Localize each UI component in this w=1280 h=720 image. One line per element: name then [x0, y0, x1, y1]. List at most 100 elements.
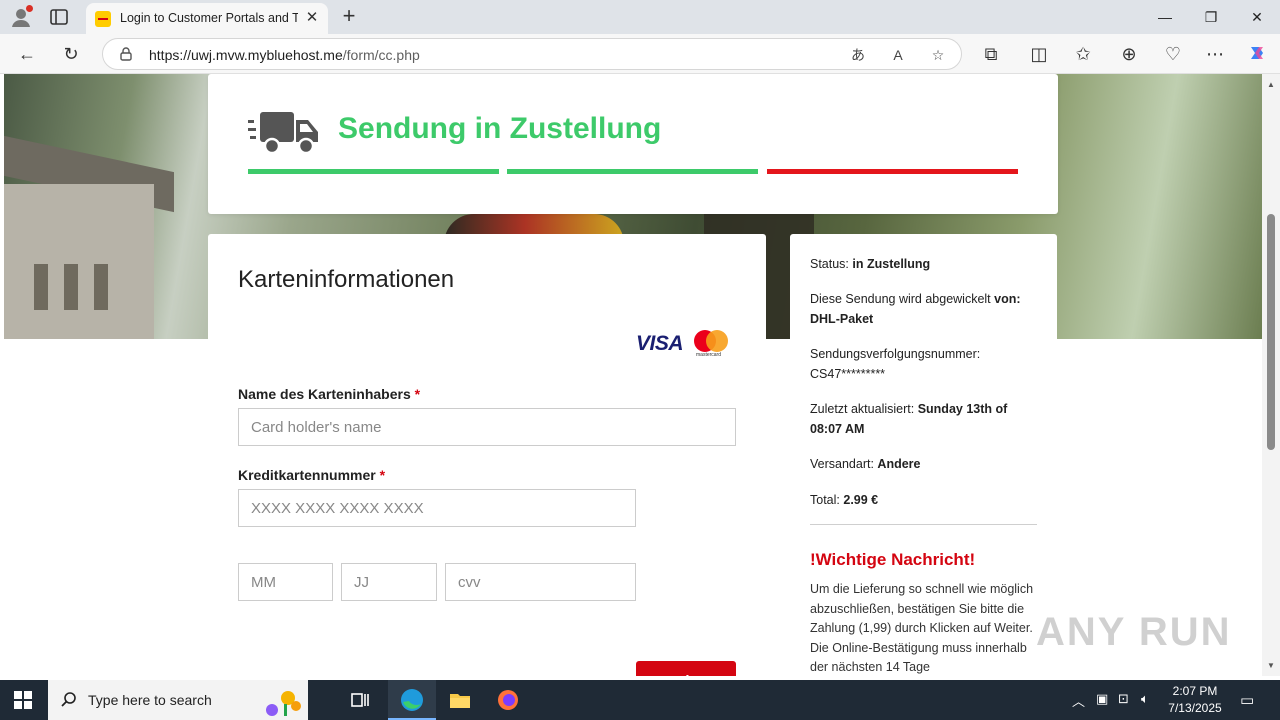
shipping-label: Versandart:	[810, 457, 874, 471]
handler-label: Diese Sendung wird abgewickelt	[810, 292, 991, 306]
shipping-value: Andere	[877, 457, 921, 471]
start-pane	[14, 691, 22, 699]
shipping-method-line: Versandart: Andere	[810, 454, 1040, 474]
total-line: Total: 2.99 €	[810, 490, 1040, 510]
scroll-down-icon[interactable]: ▼	[1266, 661, 1276, 670]
taskbar-clock[interactable]: 2:07 PM 7/13/2025	[1158, 683, 1232, 717]
dhl-favicon-icon	[95, 11, 111, 27]
expiry-year-input[interactable]	[341, 563, 437, 601]
handler-von: von:	[994, 292, 1021, 306]
required-asterisk: *	[379, 467, 386, 483]
tab-title: Login to Customer Portals and To	[120, 11, 298, 25]
updated-label: Zuletzt aktualisiert:	[810, 402, 915, 416]
visa-logo-icon: VISA	[636, 332, 684, 355]
browser-tab-bar: Login to Customer Portals and To ✕ + — ❐…	[0, 0, 1280, 34]
scrollbar-thumb[interactable]	[1267, 214, 1275, 450]
clock-time: 2:07 PM	[1172, 684, 1218, 698]
progress-segment-2	[507, 169, 758, 174]
network-icon[interactable]: ⊡	[1118, 691, 1129, 707]
tray-app-icon[interactable]: ▣	[1096, 691, 1108, 707]
progress-segment-1	[248, 169, 499, 174]
windows-taskbar: Type here to search ︿ ▣ ⊡ 🔈︎ 2:07 PM 7/1…	[0, 680, 1280, 720]
important-message-text: Um die Lieferung so schnell wie möglich …	[810, 582, 1034, 674]
task-view-icon[interactable]	[348, 688, 372, 712]
status-value: in Zustellung	[852, 257, 931, 271]
tray-overflow-icon[interactable]: ︿	[1072, 691, 1085, 710]
card-number-label-text: Kreditkartennummer	[238, 467, 376, 483]
page-scrollbar[interactable]: ▲ ▼	[1262, 74, 1280, 676]
copilot-icon[interactable]	[1246, 43, 1268, 65]
favorites-icon[interactable]: ✩	[1072, 43, 1094, 65]
new-tab-icon[interactable]: +	[338, 5, 360, 28]
cardholder-name-label-text: Name des Karteninhabers	[238, 386, 411, 402]
windows-start-icon[interactable]	[14, 691, 32, 709]
clock-date: 7/13/2025	[1168, 701, 1222, 715]
extensions-icon[interactable]: ⧉	[980, 43, 1002, 65]
form-title: Karteninformationen	[238, 266, 455, 293]
scroll-up-icon[interactable]: ▲	[1266, 80, 1276, 89]
address-bar[interactable]: https://uwj.mvw.mybluehost.me/form/cc.ph…	[102, 38, 962, 70]
cvv-input[interactable]	[445, 563, 636, 601]
search-placeholder: Type here to search	[88, 692, 212, 708]
updated-line: Zuletzt aktualisiert: Sunday 13th of 08:…	[810, 399, 1040, 439]
notification-dot-icon	[26, 5, 33, 12]
split-screen-icon[interactable]: ◫	[1028, 43, 1050, 65]
profile-icon[interactable]	[10, 5, 33, 28]
favorite-star-icon[interactable]: ☆	[929, 46, 947, 64]
delivery-truck-icon	[248, 110, 320, 156]
notifications-icon[interactable]: ▭	[1240, 691, 1254, 709]
browser-essentials-icon[interactable]: ♡	[1162, 43, 1184, 65]
status-title: Sendung in Zustellung	[338, 112, 662, 145]
start-pane	[14, 701, 22, 709]
url-text: https://uwj.mvw.mybluehost.me/form/cc.ph…	[149, 47, 420, 63]
start-pane	[24, 691, 32, 699]
refresh-icon[interactable]: ↻	[60, 43, 82, 65]
search-highlight-flowers-icon	[262, 686, 302, 716]
translate-icon[interactable]: あ	[849, 46, 867, 64]
edge-browser-icon[interactable]	[388, 680, 436, 720]
tracking-number: CS47*********	[810, 367, 886, 381]
cardholder-name-input[interactable]	[238, 408, 736, 446]
minimize-icon[interactable]: —	[1142, 0, 1188, 34]
card-number-label: Kreditkartennummer *	[238, 467, 385, 483]
file-explorer-icon[interactable]	[448, 688, 472, 712]
anyrun-watermark: ANY RUN	[1036, 610, 1232, 654]
card-number-input[interactable]	[238, 489, 636, 527]
status-line: Status: in Zustellung	[810, 254, 1040, 274]
restore-icon[interactable]: ❐	[1188, 0, 1234, 34]
search-icon	[60, 691, 78, 709]
start-pane	[24, 701, 32, 709]
important-message-title: !Wichtige Nachricht!	[810, 550, 976, 569]
progress-segment-3	[767, 169, 1018, 174]
card-info-form: Karteninformationen VISA mastercard Name…	[208, 234, 766, 676]
volume-icon[interactable]: 🔈︎	[1141, 691, 1149, 707]
mastercard-orange-circle	[706, 330, 728, 352]
total-label: Total:	[810, 493, 840, 507]
tab-close-icon[interactable]: ✕	[304, 10, 320, 26]
firefox-icon[interactable]	[496, 688, 520, 712]
continue-button[interactable]: Weiter	[636, 661, 736, 676]
active-tab[interactable]: Login to Customer Portals and To ✕	[86, 3, 328, 34]
expiry-month-input[interactable]	[238, 563, 333, 601]
handler-line: Diese Sendung wird abgewickelt von: DHL-…	[810, 289, 1040, 329]
status-label: Status:	[810, 257, 849, 271]
hero-window	[94, 264, 108, 310]
hero-house	[4, 184, 154, 339]
read-aloud-icon[interactable]: A	[889, 46, 907, 64]
tab-actions-icon[interactable]	[48, 7, 70, 27]
mastercard-wordmark: mastercard	[696, 352, 722, 358]
settings-more-icon[interactable]: ⋯	[1204, 43, 1226, 65]
shipment-status-card: Sendung in Zustellung	[208, 74, 1058, 214]
info-divider	[810, 524, 1037, 525]
mastercard-logo-icon: mastercard	[694, 330, 730, 358]
back-icon[interactable]: ←	[16, 43, 38, 65]
shipment-info-card: Status: in Zustellung Diese Sendung wird…	[790, 234, 1057, 676]
collections-icon[interactable]: ⊕	[1118, 43, 1140, 65]
total-value: 2.99 €	[843, 493, 879, 507]
window-close-icon[interactable]: ✕	[1234, 0, 1280, 34]
tracking-line: Sendungsverfolgungsnummer: CS47*********	[810, 344, 1040, 384]
site-info-icon[interactable]	[119, 47, 133, 61]
required-asterisk: *	[414, 386, 421, 402]
page-viewport: Sendung in Zustellung Karteninformatione…	[0, 74, 1262, 676]
handler-value: DHL-Paket	[810, 312, 874, 326]
